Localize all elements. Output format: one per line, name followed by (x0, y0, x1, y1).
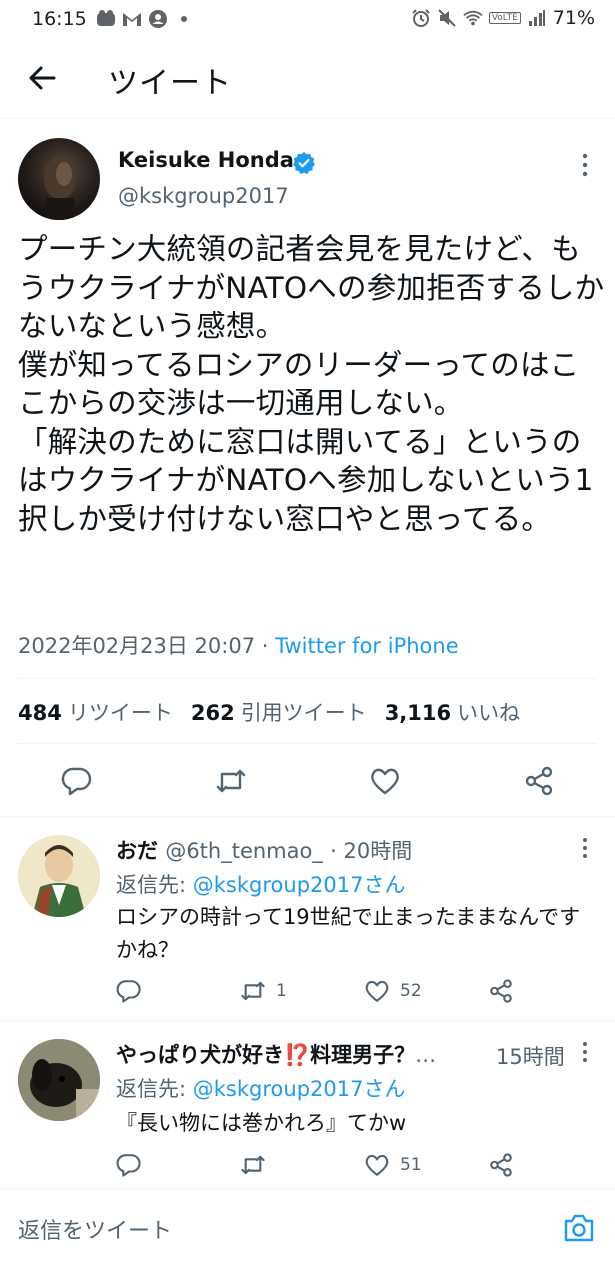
reply-share-action[interactable] (488, 977, 514, 1005)
volte-badge: VoLTE (488, 12, 521, 24)
reply-to: 返信先: @kskgroup2017さん (116, 1073, 405, 1103)
reply-retweet-action[interactable] (240, 1151, 276, 1179)
share-icon[interactable] (523, 765, 555, 797)
account-icon (148, 9, 168, 29)
camera-icon[interactable] (563, 1213, 595, 1243)
tweet-stats: 484 リツイート 262 引用ツイート 3,116 いいね (18, 697, 520, 727)
retweet-label: リツイート (67, 701, 173, 725)
tweet-meta: 2022年02月23日 20:07 · Twitter for iPhone (18, 630, 459, 660)
reply-text: 『長い物には巻かれろ』てかw (116, 1111, 407, 1135)
retweet-icon (241, 1155, 265, 1175)
top-app-bar: ツイート (0, 38, 615, 119)
quote-label: 引用ツイート (240, 701, 367, 725)
dot-icon (174, 9, 194, 29)
quote-stat[interactable]: 262 引用ツイート (191, 697, 367, 727)
divider (18, 743, 597, 744)
reply-text: ロシアの時計って19世紀で止まったままなんですかね？ (116, 905, 581, 962)
reply-like-count: 52 (400, 981, 422, 1001)
reply-icon (116, 980, 141, 1003)
status-bar: 16:15 VoLTE 71% (0, 0, 615, 38)
reply-author-line: おだ @6th_tenmao_ · 20時間 (116, 835, 412, 865)
reply-time: · 20時間 (330, 839, 413, 863)
like-icon (365, 980, 389, 1002)
more-options-icon[interactable] (577, 1039, 593, 1065)
reply-author-line: やっぱり犬が好き⁉️料理男子？… (116, 1039, 436, 1069)
tweet-text: プーチン大統領の記者会見を見たけど、もうウクライナがNATOへの参加拒否するしか… (18, 232, 605, 536)
reply-author-handle[interactable]: … (415, 1043, 436, 1067)
retweet-stat[interactable]: 484 リツイート (18, 697, 173, 727)
reply-tweet[interactable]: おだ @6th_tenmao_ · 20時間 返信先: @kskgroup201… (0, 816, 615, 1021)
like-icon[interactable] (369, 765, 401, 797)
like-label: いいね (457, 701, 521, 725)
reply-compose-bar[interactable]: 返信をツイート (0, 1188, 615, 1265)
alarm-icon (411, 8, 431, 28)
reply-retweet-action[interactable]: 1 (240, 977, 287, 1005)
reply-time: 15時間 (496, 1045, 565, 1069)
reply-like-action[interactable]: 52 (364, 977, 422, 1005)
like-icon (365, 1154, 389, 1176)
tweet-actions (0, 748, 615, 814)
divider (18, 678, 597, 679)
author-name[interactable]: Keisuke Honda (118, 148, 294, 172)
system-icons: VoLTE 71% (411, 7, 595, 29)
reply-avatar[interactable] (18, 835, 100, 917)
meta-separator: · (255, 634, 276, 658)
reply-retweet-count: 1 (276, 981, 287, 1001)
reply-icon (116, 1154, 141, 1177)
quote-count: 262 (190, 701, 235, 725)
reply-to-link[interactable]: @kskgroup2017さん (193, 1077, 406, 1101)
tweet-source-link[interactable]: Twitter for iPhone (275, 634, 459, 658)
reply-to-label: 返信先: (116, 873, 193, 897)
share-icon (490, 1153, 512, 1177)
back-arrow-icon[interactable] (26, 62, 58, 94)
like-stat[interactable]: 3,116 いいね (385, 697, 520, 727)
wifi-icon (463, 8, 483, 28)
status-time: 16:15 (32, 8, 87, 30)
reply-like-action[interactable]: 51 (364, 1151, 422, 1179)
more-options-icon[interactable] (576, 150, 594, 180)
share-icon (490, 979, 512, 1003)
like-count: 3,116 (384, 701, 452, 725)
more-options-icon[interactable] (577, 835, 593, 861)
reply-author-handle[interactable]: @6th_tenmao_ (165, 839, 323, 863)
retweet-count: 484 (18, 701, 62, 725)
reply-tweet[interactable]: やっぱり犬が好き⁉️料理男子？… 15時間 返信先: @kskgroup2017… (0, 1020, 615, 1189)
notification-icons (96, 9, 194, 29)
retweet-icon[interactable] (215, 765, 247, 797)
tweet-timestamp: 2022年02月23日 20:07 (18, 634, 256, 658)
reply-avatar[interactable] (18, 1039, 100, 1121)
reply-author-name[interactable]: やっぱり犬が好き⁉️料理男子？ (116, 1043, 415, 1067)
reply-to-label: 返信先: (116, 1077, 193, 1101)
reply-to: 返信先: @kskgroup2017さん (116, 869, 405, 899)
signal-icon (527, 8, 547, 28)
page-title: ツイート (108, 66, 232, 101)
reply-to-link[interactable]: @kskgroup2017さん (193, 873, 406, 897)
verified-badge-icon (293, 152, 315, 174)
retweet-icon (241, 981, 265, 1001)
reply-reply-action[interactable] (116, 1151, 142, 1179)
mute-icon (437, 8, 457, 28)
reply-input[interactable]: 返信をツイート (18, 1213, 172, 1245)
battery-percent: 71% (552, 7, 595, 29)
author-handle[interactable]: @kskgroup2017 (118, 184, 289, 208)
reply-author-name[interactable]: おだ (116, 839, 158, 863)
gmail-icon (122, 9, 142, 29)
reply-reply-action[interactable] (116, 977, 142, 1005)
reply-like-count: 51 (400, 1155, 422, 1175)
reply-share-action[interactable] (488, 1151, 514, 1179)
app-notification-icon (96, 9, 116, 29)
author-avatar[interactable] (18, 138, 100, 220)
reply-icon[interactable] (61, 765, 93, 797)
